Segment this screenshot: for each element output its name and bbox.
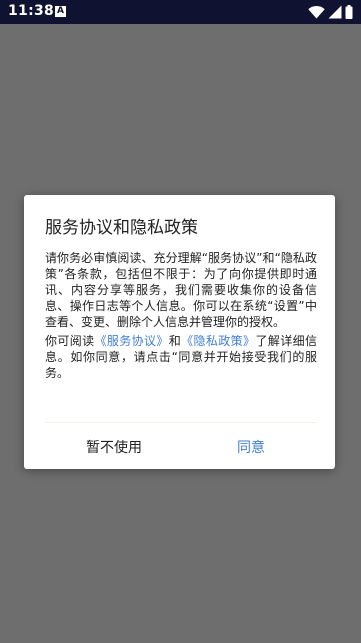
dialog-body: 请你务必审慎阅读、充分理解“服务协议”和“隐私政策”各条款，包括但不限于：为了向… bbox=[45, 250, 317, 381]
dialog-paragraph-1: 请你务必审慎阅读、充分理解“服务协议”和“隐私政策”各条款，包括但不限于：为了向… bbox=[45, 251, 317, 329]
privacy-dialog: 服务协议和隐私政策 请你务必审慎阅读、充分理解“服务协议”和“隐私政策”各条款，… bbox=[24, 195, 335, 469]
service-agreement-link[interactable]: 《服务协议》 bbox=[95, 334, 169, 348]
para2-prefix: 你可阅读 bbox=[45, 334, 95, 348]
dialog-divider bbox=[45, 422, 317, 423]
wifi-icon bbox=[308, 5, 325, 19]
status-time: 11:38 bbox=[8, 3, 55, 19]
cellular-signal-icon bbox=[328, 5, 342, 19]
a-notification-icon: A bbox=[55, 6, 66, 17]
para2-and: 和 bbox=[168, 334, 182, 348]
decline-button[interactable]: 暂不使用 bbox=[64, 435, 164, 461]
dialog-title: 服务协议和隐私政策 bbox=[45, 218, 198, 238]
dialog-paragraph-2: 你可阅读《服务协议》和《隐私政策》了解详细信息。如你同意，请点击“同意并开始接受… bbox=[45, 333, 317, 381]
status-bar: 11:38 A bbox=[0, 0, 361, 24]
agree-button[interactable]: 同意 bbox=[201, 435, 301, 461]
privacy-policy-link[interactable]: 《隐私政策》 bbox=[181, 334, 255, 348]
status-icons bbox=[308, 4, 353, 20]
battery-icon bbox=[345, 5, 353, 19]
